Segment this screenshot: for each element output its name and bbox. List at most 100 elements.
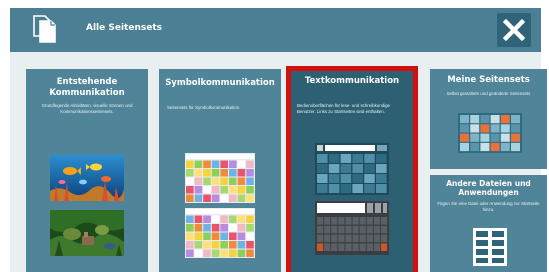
thumbnail-cell — [246, 241, 254, 249]
thumbnail-cell — [331, 217, 338, 225]
thumbnail-cell — [194, 241, 203, 249]
thumbnail-cell — [229, 194, 237, 202]
thumbnail-cell — [500, 115, 510, 124]
thumbnail-cell — [211, 177, 220, 185]
thumbnail-cell — [246, 169, 254, 177]
thumbnail-cell — [345, 243, 352, 251]
thumbnail-cell — [340, 164, 352, 173]
close-button[interactable] — [497, 13, 531, 47]
thumbnail-cell — [317, 174, 328, 183]
keyboard-thumbnail — [315, 201, 389, 255]
card-other-files-apps[interactable]: Andere Dateien und Anwendungen Fügen Sie… — [430, 175, 547, 272]
thumbnail-cell — [237, 186, 246, 194]
thumbnail-cell — [366, 243, 373, 251]
thumbnail-cell — [194, 194, 203, 202]
thumbnail-cell — [203, 224, 211, 232]
thumbnail-cell — [237, 160, 246, 168]
thumbnail-cell — [480, 133, 490, 142]
thumbnail-cell — [194, 249, 203, 257]
thumbnail-cell — [340, 184, 352, 193]
thumbnail-cell — [220, 160, 228, 168]
thumbnail-cell — [186, 232, 194, 240]
thumbnail-cell — [220, 232, 228, 240]
thumbnail-cell — [490, 142, 500, 152]
thumbnail-cell — [211, 249, 220, 257]
thumbnail-cell — [211, 169, 220, 177]
thumbnail-cell — [324, 243, 331, 251]
thumbnail-cell — [203, 215, 211, 223]
thumbnail-cell — [229, 249, 237, 257]
thumbnail-cell — [470, 124, 480, 133]
thumbnail-cell — [220, 177, 228, 185]
card-inner: Textkommunikation Bedienoberflächen für … — [291, 71, 413, 272]
thumbnail-cell — [480, 124, 490, 133]
thumbnail-cell — [194, 160, 203, 168]
thumbnail-cell — [340, 174, 352, 183]
thumbnail-cell — [500, 142, 510, 152]
thumbnail-cell — [331, 225, 338, 234]
thumbnail-cell — [490, 133, 500, 142]
thumbnail-cell — [186, 154, 254, 159]
thumbnail-cell — [352, 154, 363, 163]
thumbnail-cell — [366, 234, 373, 243]
thumbnail-cell — [345, 225, 352, 234]
card-title: Entstehende Kommunikation — [49, 77, 125, 98]
symbol-grid-thumbnail — [185, 153, 255, 203]
thumbnail-cell — [470, 142, 480, 152]
thumbnail-cell — [359, 225, 366, 234]
thumbnail-cell — [352, 243, 359, 251]
thumbnail-cell — [338, 217, 345, 225]
card-description: Bedienoberflächen für lese- und schreibk… — [297, 103, 390, 114]
card-emerging-communication[interactable]: Entstehende Kommunikation Grundlegende A… — [26, 69, 148, 272]
thumbnail-cell — [359, 217, 366, 225]
thumbnail-cell — [220, 215, 228, 223]
thumbnail-cell — [460, 142, 469, 152]
thumbnail-cell — [380, 234, 388, 243]
header-bar: Alle Seitensets — [10, 8, 541, 52]
thumbnail-cell — [352, 217, 359, 225]
card-symbol-communication[interactable]: Symbolkommunikation Seitensets für Symbo… — [159, 69, 281, 272]
thumbnail-cell — [380, 243, 388, 251]
thumbnail-cell — [373, 225, 380, 234]
thumbnail-cell — [194, 177, 203, 185]
thumbnail-cell — [364, 184, 375, 193]
thumbnail-cell — [331, 234, 338, 243]
page-title: Alle Seitensets — [86, 23, 162, 33]
thumbnail-cell — [186, 215, 194, 223]
thumbnail-cell — [328, 154, 340, 163]
thumbnail-cell — [359, 234, 366, 243]
thumbnail-cell — [376, 154, 387, 163]
thumbnail-cell — [229, 160, 237, 168]
thumbnail-cell — [246, 160, 254, 168]
thumbnail-cell — [237, 241, 246, 249]
thumbnail-cell — [220, 249, 228, 257]
thumbnail-cell — [237, 224, 246, 232]
thumbnail-cell — [511, 133, 520, 142]
pages-icon — [33, 15, 56, 43]
thumbnail-cell — [340, 154, 352, 163]
thumbnail-cell — [317, 225, 324, 234]
thumbnail-cell — [237, 194, 246, 202]
thumbnail-cell — [211, 232, 220, 240]
thumbnail-cell — [317, 217, 324, 225]
card-title: Meine Seitensets — [447, 75, 530, 85]
thumbnail-cell — [317, 243, 324, 251]
card-text-communication[interactable]: Textkommunikation Bedienoberflächen für … — [286, 66, 418, 272]
thumbnail-cell — [186, 209, 254, 214]
underwater-scene-thumbnail — [50, 155, 124, 201]
thumbnail-cell — [246, 232, 254, 240]
thumbnail-cell — [246, 224, 254, 232]
thumbnail-cell — [352, 234, 359, 243]
thumbnail-cell — [500, 133, 510, 142]
thumbnail-cell — [376, 174, 387, 183]
thumbnail-cell — [246, 186, 254, 194]
document-grid-icon — [473, 228, 507, 266]
thumbnail-cell — [324, 217, 331, 225]
thumbnail-cell — [246, 177, 254, 185]
thumbnail-cell — [186, 194, 194, 202]
thumbnail-cell — [366, 225, 373, 234]
thumbnail-cell — [324, 225, 331, 234]
thumbnail-cell — [203, 169, 211, 177]
jungle-scene-thumbnail — [50, 210, 124, 256]
card-my-pagesets[interactable]: Meine Seitensets Selbst gestaltete und g… — [430, 69, 547, 169]
